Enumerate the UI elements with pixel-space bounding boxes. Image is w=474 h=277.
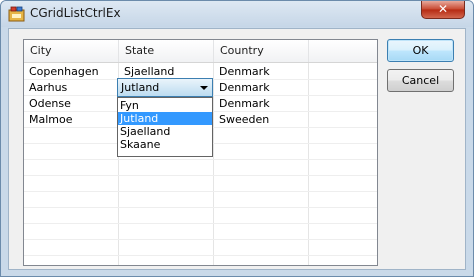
- dropdown-option[interactable]: Fyn: [118, 99, 212, 112]
- chevron-down-icon[interactable]: [200, 86, 208, 90]
- combo-value: Jutland: [121, 81, 160, 94]
- cell-country[interactable]: Denmark: [214, 80, 308, 96]
- dropdown-option-selected[interactable]: Jutland: [118, 112, 212, 125]
- dialog-window: CGridListCtrlEx ✕ City State Country Cop…: [0, 0, 474, 277]
- cell-country[interactable]: Sweeden: [214, 112, 308, 128]
- close-icon: ✕: [437, 2, 449, 16]
- grid-line: [24, 255, 377, 256]
- window-title: CGridListCtrlEx: [30, 6, 121, 20]
- column-header-city[interactable]: City: [24, 40, 119, 62]
- grid-line: [24, 159, 377, 160]
- cancel-button[interactable]: Cancel: [387, 69, 454, 92]
- cell-city[interactable]: Odense: [24, 96, 118, 112]
- grid-line: [24, 175, 377, 176]
- ok-button[interactable]: OK: [387, 39, 454, 62]
- state-dropdown-list[interactable]: Fyn Jutland Sjaelland Skaane: [117, 97, 213, 157]
- column-header-country[interactable]: Country: [214, 40, 309, 62]
- column-header-state[interactable]: State: [119, 40, 214, 62]
- app-window-icon: [8, 6, 25, 22]
- cell-country[interactable]: Denmark: [214, 96, 308, 112]
- cell-city[interactable]: Copenhagen: [24, 64, 118, 80]
- state-combo-editor[interactable]: Jutland: [117, 78, 213, 97]
- grid-line: [24, 239, 377, 240]
- cell-country[interactable]: Denmark: [214, 64, 308, 80]
- grid-line: [24, 223, 377, 224]
- close-button[interactable]: ✕: [421, 1, 465, 19]
- cell-city[interactable]: Malmoe: [24, 112, 118, 128]
- grid-line: [24, 207, 377, 208]
- dropdown-option[interactable]: Sjaelland: [118, 125, 212, 138]
- grid-line: [24, 191, 377, 192]
- dialog-client-area: City State Country Copenhagen Sjaelland …: [8, 28, 466, 270]
- column-header-filler: [309, 40, 377, 62]
- grid-header: City State Country: [24, 40, 377, 63]
- title-bar[interactable]: CGridListCtrlEx ✕: [1, 1, 473, 27]
- cell-city[interactable]: Aarhus: [24, 80, 118, 96]
- dropdown-option[interactable]: Skaane: [118, 138, 212, 151]
